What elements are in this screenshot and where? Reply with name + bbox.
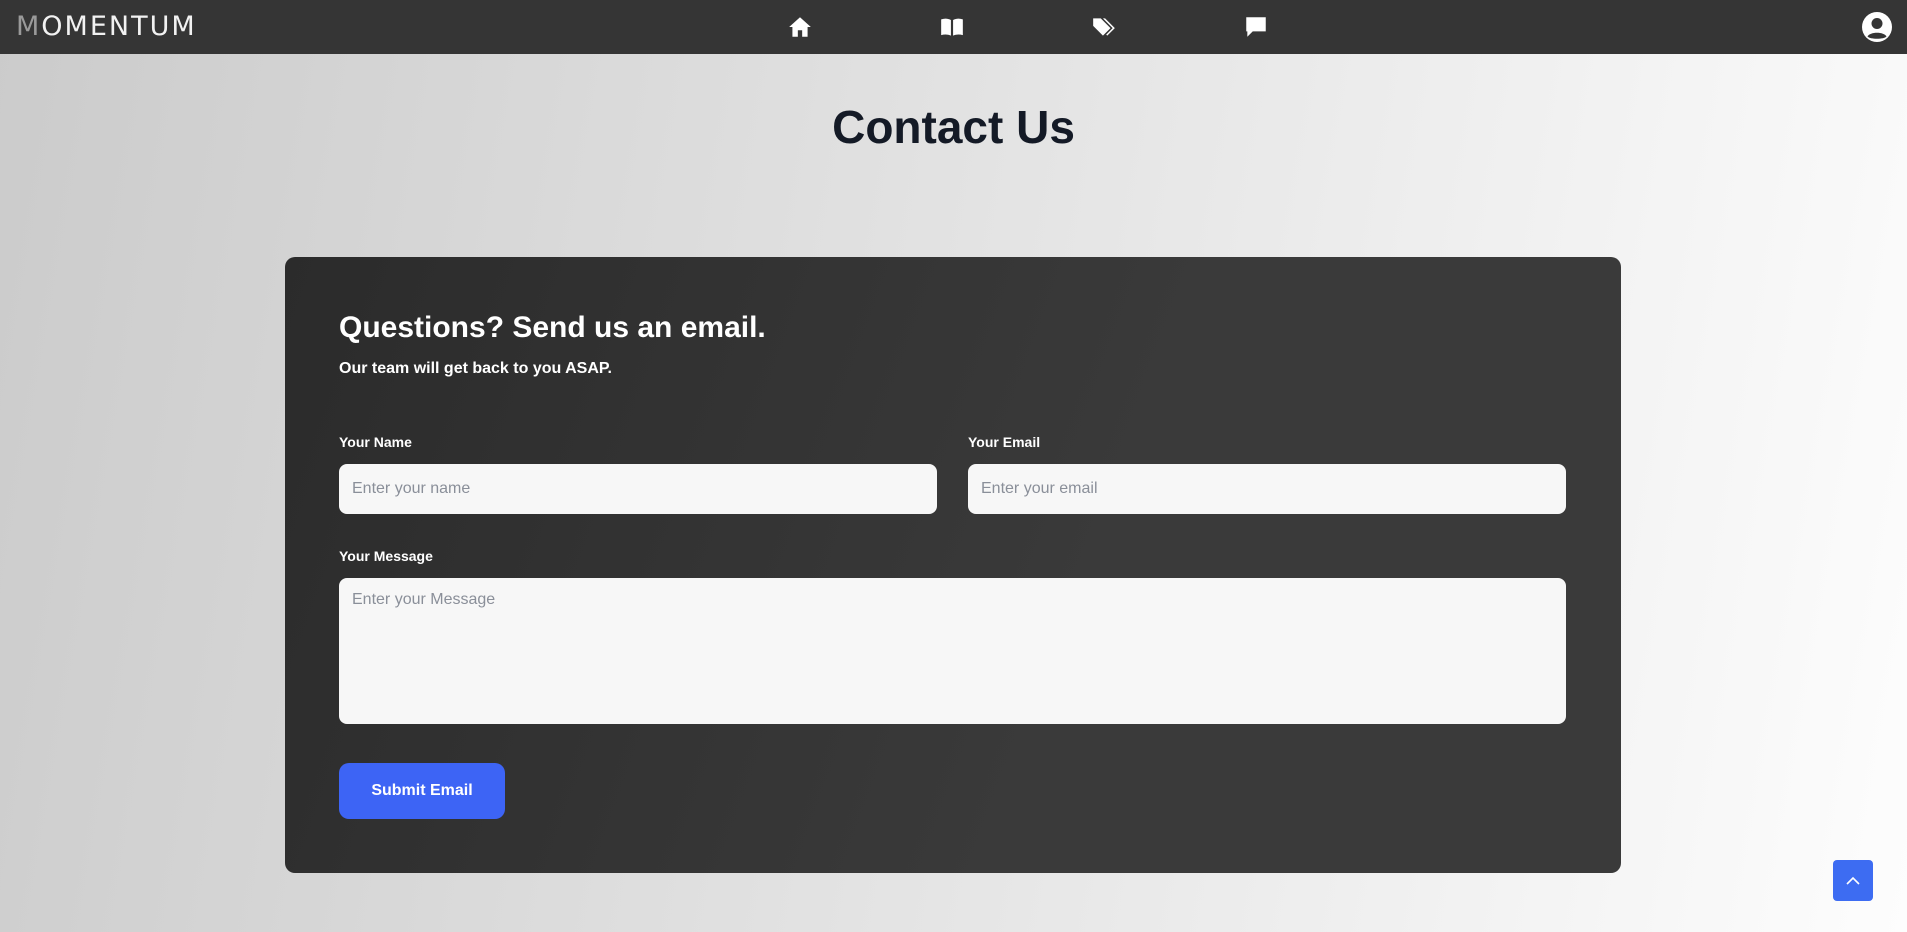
submit-email-button[interactable]: Submit Email [339,763,505,819]
tags-icon[interactable] [1090,13,1118,41]
message-textarea[interactable] [339,578,1566,724]
top-navbar: M OMENTUM [0,0,1907,54]
user-circle-icon[interactable] [1861,11,1893,43]
form-title: Questions? Send us an email. [339,311,766,344]
name-input[interactable] [339,464,937,514]
message-label: Your Message [339,548,433,564]
form-subtitle: Our team will get back to you ASAP. [339,360,612,377]
home-icon[interactable] [786,13,814,41]
chevron-up-icon [1846,876,1860,885]
page-title: Contact Us [832,101,1075,153]
email-label: Your Email [968,434,1041,450]
book-icon[interactable] [938,13,966,41]
scroll-to-top-button[interactable] [1833,860,1873,901]
nav-icon-group [0,0,1907,54]
email-input[interactable] [968,464,1566,514]
name-label: Your Name [339,434,412,450]
comment-icon[interactable] [1242,13,1270,41]
contact-form-card: Questions? Send us an email. Our team wi… [285,257,1621,873]
